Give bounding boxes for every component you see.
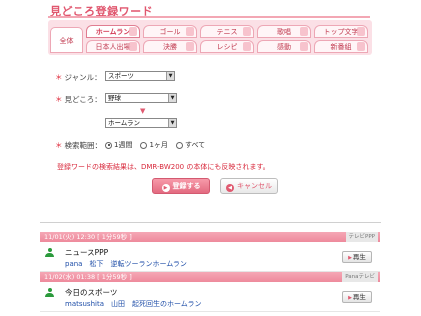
- recording-header: 11/02(水) 01:38 [ 1分59秒 ] Panaテレビ: [40, 272, 380, 282]
- tab-mark-icon: [357, 42, 365, 51]
- play-icon: ▶: [348, 255, 352, 261]
- tab-mark-icon: [300, 42, 308, 51]
- genre-select[interactable]: スポーツ ▼: [105, 71, 175, 81]
- play-button[interactable]: ▶再生: [342, 291, 372, 303]
- recording-title: ニュースPPP: [65, 248, 109, 257]
- midokoro-keyword-select[interactable]: ホームラン ▼: [105, 118, 177, 128]
- cancel-button[interactable]: ◀ キャンセル: [220, 178, 278, 194]
- tab-mark-icon: [186, 27, 194, 36]
- recording-time: 11/02(水) 01:38 [ 1分59秒 ]: [44, 273, 132, 281]
- tab-mark-icon: [243, 27, 251, 36]
- recording-item: 今日のスポーツ matsushita 山田 起死回生のホームラン ▶再生: [40, 282, 380, 312]
- midokoro-category-select[interactable]: 野球 ▼: [105, 93, 177, 103]
- tab-recipe[interactable]: レシピ: [200, 40, 254, 53]
- keyword-tabs: 全体 ホームラン ゴール テニス 歌唱 トップ文字 日本人出場 決勝 レシピ 感…: [48, 20, 372, 55]
- tab-japanese-player[interactable]: 日本人出場: [86, 40, 140, 53]
- recording-header: 11/01(火) 12:30 [ 1分59秒 ] テレビPPP: [40, 232, 380, 242]
- period-radio-group: 1週間 1ヶ月 すべて: [105, 140, 205, 150]
- recording-time: 11/01(火) 12:30 [ 1分59秒 ]: [44, 233, 132, 241]
- title-underline: [48, 16, 370, 18]
- radio-1month[interactable]: 1ヶ月: [140, 140, 168, 150]
- recording-item: ニュースPPP pana 松下 逆転ツーランホームラン ▶再生: [40, 242, 380, 272]
- recording-title: 今日のスポーツ: [65, 288, 118, 297]
- notice-text: 登録ワードの検索結果は、DMR-BW200 の本体にも反映されます。: [57, 163, 270, 171]
- tab-mark-icon: [186, 42, 194, 51]
- radio-dot-icon: [105, 141, 112, 149]
- period-label: ＊検索範囲：: [55, 141, 102, 150]
- person-icon: [45, 288, 54, 298]
- play-icon: ▶: [348, 295, 352, 301]
- tab-mark-icon: [243, 42, 251, 51]
- tab-tennis[interactable]: テニス: [200, 25, 254, 38]
- tab-mark-icon: [129, 42, 137, 51]
- tab-mark-icon: [357, 27, 365, 36]
- down-arrow-icon: ▼: [140, 107, 146, 115]
- back-circle-icon: ◀: [226, 184, 234, 192]
- chevron-down-icon: ▼: [168, 119, 176, 127]
- tab-homerun[interactable]: ホームラン: [86, 25, 140, 38]
- recording-description-link[interactable]: pana 松下 逆転ツーランホームラン: [65, 259, 187, 269]
- person-icon: [45, 248, 54, 258]
- tab-all[interactable]: 全体: [50, 27, 83, 53]
- tab-mark-icon: [129, 27, 137, 36]
- midokoro-label: ＊見どころ：: [55, 95, 102, 104]
- chevron-down-icon: ▼: [168, 94, 176, 102]
- recording-description-link[interactable]: matsushita 山田 起死回生のホームラン: [65, 299, 201, 309]
- tab-final[interactable]: 決勝: [143, 40, 197, 53]
- play-circle-icon: ▶: [161, 184, 170, 192]
- radio-dot-icon: [175, 141, 183, 149]
- radio-all[interactable]: すべて: [175, 140, 205, 150]
- tab-new-program[interactable]: 新番組: [314, 40, 368, 53]
- radio-dot-icon: [140, 141, 148, 149]
- channel-badge: テレビPPP: [345, 232, 378, 242]
- channel-badge: Panaテレビ: [342, 272, 378, 282]
- tab-emotion[interactable]: 感動: [257, 40, 311, 53]
- tab-singing[interactable]: 歌唱: [257, 25, 311, 38]
- tab-top-text[interactable]: トップ文字: [314, 25, 368, 38]
- radio-1week[interactable]: 1週間: [105, 140, 132, 150]
- tab-goal[interactable]: ゴール: [143, 25, 197, 38]
- genre-label: ＊ジャンル：: [55, 73, 102, 82]
- register-button[interactable]: ▶ 登録する: [152, 178, 210, 194]
- divider: [40, 222, 381, 223]
- play-button[interactable]: ▶再生: [342, 251, 372, 263]
- tab-mark-icon: [300, 27, 308, 36]
- chevron-down-icon: ▼: [166, 72, 174, 80]
